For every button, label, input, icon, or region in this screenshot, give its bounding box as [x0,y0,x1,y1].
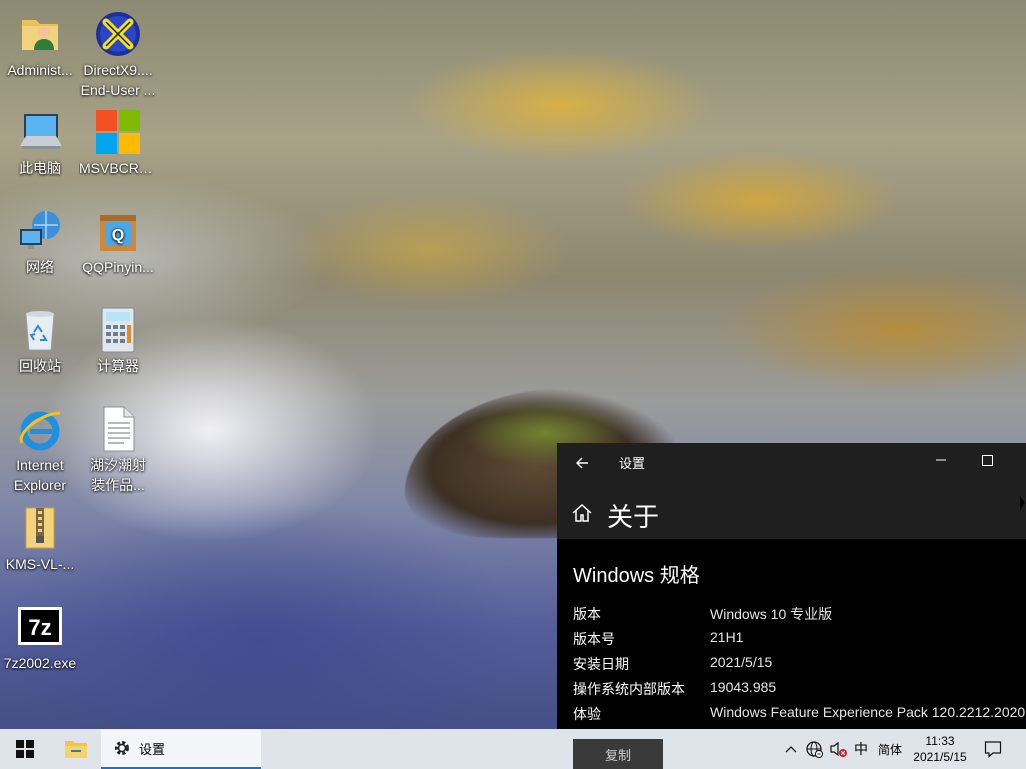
ime-mode-button[interactable]: 简体 [874,729,906,769]
desktop-icon-msvbcrt[interactable]: MSVBCRT... [79,108,157,178]
computer-icon [16,108,64,156]
action-center-button[interactable] [976,729,1010,769]
spec-row-install-date: 安装日期 2021/5/15 [573,654,1023,676]
spec-row-os-build: 操作系统内部版本 19043.985 [573,679,1023,701]
zip-folder-icon [16,504,64,552]
chevron-up-icon [785,746,797,753]
windows-logo-icon [94,108,142,156]
icon-label: 计算器 [97,358,139,374]
home-icon[interactable] [571,502,595,526]
desktop-icon-network[interactable]: 网络 [1,207,79,277]
spec-row-version: 版本号 21H1 [573,629,1023,651]
maximize-icon [981,454,993,466]
taskbar-settings-app[interactable]: 设置 [101,729,261,769]
file-explorer-button[interactable] [52,729,100,769]
text-document-icon [94,405,142,453]
window-title: 设置 [619,456,646,471]
desktop-icon-directx[interactable]: DirectX9.... End-User ... [79,10,157,100]
folder-icon [65,741,87,758]
windows-start-icon [16,740,34,758]
desktop-icon-calculator[interactable]: 计算器 [79,306,157,376]
icon-label: DirectX9.... [83,62,153,78]
settings-titlebar: 设置 关于 [557,443,1026,539]
icon-label: 网络 [26,259,54,275]
ime-language-button[interactable]: 中 [851,729,871,769]
desktop-icon-administrator[interactable]: Administ... [1,10,79,80]
7zip-icon: 7z [16,603,64,651]
spec-key: 版本号 [573,631,615,647]
minimize-button[interactable] [919,443,963,477]
icon-label: 此电脑 [19,160,61,176]
desktop-icon-text-document[interactable]: 湖汐潮射 装作品... [79,405,157,495]
icon-label-line2: 装作品... [91,477,145,493]
maximize-button[interactable] [965,443,1009,477]
icon-label: KMS-VL-... [5,556,75,572]
network-icon [16,207,64,255]
icon-label-line2: End-User ... [80,82,156,98]
taskbar-clock[interactable]: 11:33 2021/5/15 [908,729,972,769]
page-header: 关于 [607,502,660,532]
volume-tray-button[interactable] [827,729,849,769]
spec-key: 操作系统内部版本 [573,681,685,697]
spec-value: Windows Feature Experience Pack 120.2212… [710,704,1026,720]
desktop-icon-this-pc[interactable]: 此电脑 [1,108,79,178]
spec-row-experience: 体验 Windows Feature Experience Pack 120.2… [573,704,1026,726]
icon-label-line2: Explorer [13,477,67,493]
copy-button[interactable]: 复制 [573,739,663,769]
settings-window: 设置 关于 Windows 规格 版本 Windows 10 专业版 版本号 2… [557,443,1026,729]
show-hidden-icons-button[interactable] [780,729,802,769]
mouse-cursor [1020,496,1025,510]
start-button[interactable] [0,729,50,769]
back-arrow-icon [576,457,588,469]
user-folder-icon [16,10,64,58]
desktop-icon-kms-vl[interactable]: KMS-VL-... [1,504,79,574]
icon-label: QQPinyin... [82,259,154,275]
clock-time: 11:33 [925,734,955,748]
icon-label: 7z2002.exe [3,655,77,671]
taskbar-app-label: 设置 [139,741,166,757]
spec-value: 2021/5/15 [710,654,773,670]
icon-label: Internet [16,457,64,473]
svg-text:7z: 7z [28,615,51,640]
spec-key: 版本 [573,606,601,622]
icon-label: MSVBCRT... [79,160,157,176]
icon-label: Administ... [7,62,73,78]
desktop-icon-7zip[interactable]: 7z 7z2002.exe [1,603,79,673]
globe-icon [806,741,823,758]
calculator-icon [94,306,142,354]
spec-row-edition: 版本 Windows 10 专业版 [573,604,1023,626]
spec-value: 21H1 [710,629,744,645]
notification-icon [984,741,1002,758]
spec-value: Windows 10 专业版 [710,606,833,622]
gear-icon [115,741,129,755]
speaker-muted-icon [830,741,847,757]
qqpinyin-icon: Q [94,207,142,255]
icon-label: 回收站 [19,358,61,374]
spec-key: 安装日期 [573,656,629,672]
icon-label: 湖汐潮射 [90,457,146,473]
clock-date: 2021/5/15 [913,750,967,764]
minimize-icon [936,459,946,461]
desktop-icon-qqpinyin[interactable]: Q QQPinyin... [79,207,157,277]
desktop-icon-internet-explorer[interactable]: Internet Explorer [1,405,79,495]
recycle-bin-icon [16,306,64,354]
section-title: Windows 规格 [573,565,700,587]
spec-value: 19043.985 [710,679,777,695]
taskbar: 设置 中 简体 11:33 2021/5/15 [0,729,1026,769]
spec-key: 体验 [573,706,601,722]
directx-icon [94,10,142,58]
network-tray-button[interactable] [803,729,825,769]
internet-explorer-icon [16,405,64,453]
desktop-icon-recycle-bin[interactable]: 回收站 [1,306,79,376]
svg-text:Q: Q [112,227,124,244]
back-button[interactable] [567,447,597,479]
